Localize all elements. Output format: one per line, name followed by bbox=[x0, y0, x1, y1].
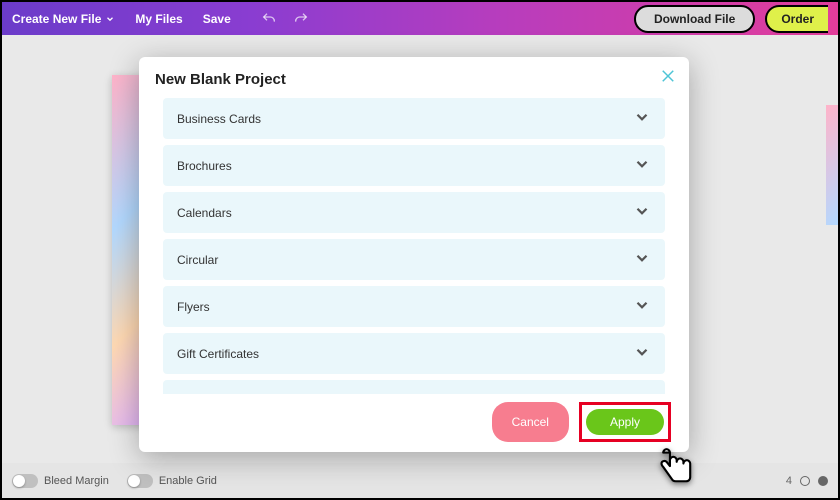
save-link[interactable]: Save bbox=[203, 12, 231, 26]
category-label: Brochures bbox=[177, 159, 232, 173]
chevron-down-icon bbox=[633, 343, 651, 364]
bleed-margin-toggle[interactable]: Bleed Margin bbox=[12, 474, 109, 488]
category-list[interactable]: Business Cards Brochures Calendars Circu… bbox=[151, 98, 677, 394]
category-item[interactable]: Greeting Cards bbox=[163, 380, 665, 394]
order-button[interactable]: Order bbox=[765, 5, 828, 33]
category-item[interactable]: Circular bbox=[163, 239, 665, 280]
zoom-out-icon[interactable] bbox=[800, 476, 810, 486]
close-icon bbox=[659, 67, 677, 85]
toggle-icon bbox=[12, 474, 38, 488]
bleed-margin-label: Bleed Margin bbox=[44, 475, 109, 487]
chevron-down-icon bbox=[633, 108, 651, 129]
modal-title: New Blank Project bbox=[151, 71, 677, 88]
apply-label: Apply bbox=[610, 415, 640, 429]
order-label: Order bbox=[781, 12, 814, 26]
category-item[interactable]: Calendars bbox=[163, 192, 665, 233]
category-item[interactable]: Gift Certificates bbox=[163, 333, 665, 374]
category-label: Calendars bbox=[177, 206, 232, 220]
create-new-file-menu[interactable]: Create New File bbox=[12, 12, 115, 26]
enable-grid-label: Enable Grid bbox=[159, 475, 217, 487]
enable-grid-toggle[interactable]: Enable Grid bbox=[127, 474, 217, 488]
save-label: Save bbox=[203, 12, 231, 26]
my-files-label: My Files bbox=[135, 12, 182, 26]
my-files-link[interactable]: My Files bbox=[135, 12, 182, 26]
category-item[interactable]: Brochures bbox=[163, 145, 665, 186]
chevron-down-icon bbox=[633, 155, 651, 176]
new-blank-project-modal: New Blank Project Business Cards Brochur… bbox=[139, 57, 689, 452]
chevron-down-icon bbox=[633, 202, 651, 223]
cancel-button[interactable]: Cancel bbox=[492, 402, 569, 442]
category-label: Flyers bbox=[177, 300, 210, 314]
chevron-down-icon bbox=[105, 14, 115, 24]
zoom-in-icon[interactable] bbox=[818, 476, 828, 486]
cancel-label: Cancel bbox=[512, 415, 549, 429]
category-label: Business Cards bbox=[177, 112, 261, 126]
redo-icon[interactable] bbox=[293, 11, 309, 27]
top-menu-bar: Create New File My Files Save Download F… bbox=[2, 2, 838, 35]
download-file-button[interactable]: Download File bbox=[634, 5, 755, 33]
chevron-down-icon bbox=[633, 249, 651, 270]
zoom-value: 4 bbox=[786, 475, 792, 487]
category-label: Gift Certificates bbox=[177, 347, 259, 361]
undo-icon[interactable] bbox=[261, 11, 277, 27]
category-item[interactable]: Business Cards bbox=[163, 98, 665, 139]
category-label: Circular bbox=[177, 253, 218, 267]
modal-close-button[interactable] bbox=[659, 67, 677, 85]
apply-highlight-box: Apply bbox=[579, 402, 671, 442]
toggle-icon bbox=[127, 474, 153, 488]
apply-button[interactable]: Apply bbox=[586, 409, 664, 435]
download-file-label: Download File bbox=[654, 12, 735, 26]
category-item[interactable]: Flyers bbox=[163, 286, 665, 327]
create-new-file-label: Create New File bbox=[12, 12, 101, 26]
artboard-preview-right bbox=[826, 105, 838, 225]
bottom-status-bar: Bleed Margin Enable Grid 4 bbox=[2, 463, 838, 498]
chevron-down-icon bbox=[633, 296, 651, 317]
